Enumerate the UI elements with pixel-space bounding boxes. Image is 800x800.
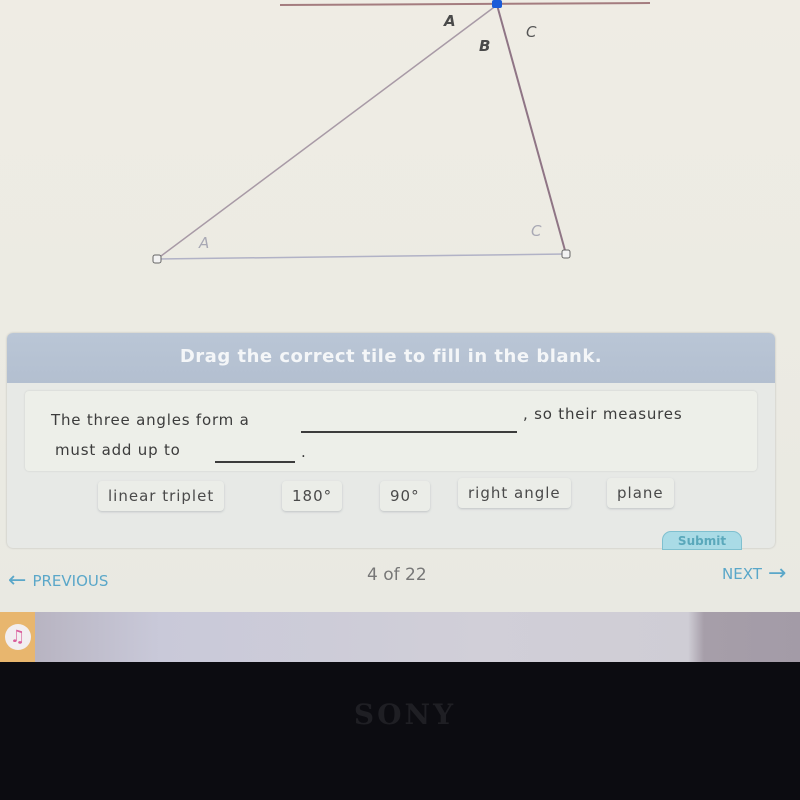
vertex-top-handle[interactable] — [492, 0, 502, 8]
sentence-part2: , so their measures — [523, 405, 683, 423]
music-note-icon: ♫ — [4, 624, 31, 650]
triangle-diagram: A B C A C — [0, 0, 800, 300]
angle-label-top-b: B — [479, 37, 491, 55]
tile-right-angle[interactable]: right angle — [458, 478, 571, 508]
monitor-bezel: SONY — [0, 662, 800, 800]
next-label: NEXT — [722, 565, 762, 583]
angle-label-top-c: C — [526, 23, 537, 41]
tile-plane[interactable]: plane — [607, 478, 674, 508]
instruction-header: Drag the correct tile to fill in the bla… — [7, 333, 775, 383]
diagram-svg — [152, 0, 651, 264]
submit-button[interactable]: Submit — [662, 531, 742, 550]
music-app-button[interactable]: ♫ — [0, 612, 35, 662]
tile-180-degrees[interactable]: 180° — [282, 481, 343, 511]
previous-button[interactable]: ← PREVIOUS — [8, 568, 109, 593]
vertex-right-handle[interactable] — [561, 249, 571, 259]
side-left — [156, 4, 498, 260]
vertex-left-handle[interactable] — [152, 254, 162, 264]
tile-90-degrees[interactable]: 90° — [380, 481, 430, 511]
sentence-end: . — [301, 443, 307, 461]
angle-label-top-a: A — [444, 12, 456, 30]
drop-blank-2[interactable] — [215, 461, 295, 463]
drop-blank-1[interactable] — [301, 431, 517, 433]
page-indicator: 4 of 22 — [367, 565, 427, 585]
monitor-brand-logo: SONY — [353, 698, 457, 731]
arrow-left-icon: ← — [8, 568, 27, 593]
taskbar: ♫ — [0, 612, 800, 662]
side-right — [496, 4, 567, 255]
screen: A B C A C Drag the correct tile to fill … — [0, 0, 800, 612]
sentence-part3: must add up to — [55, 441, 181, 459]
question-box: The three angles form a , so their measu… — [25, 391, 757, 471]
activity-panel: Drag the correct tile to fill in the bla… — [7, 333, 775, 550]
arrow-right-icon: → — [767, 561, 787, 586]
next-button[interactable]: NEXT → — [722, 561, 787, 586]
previous-label: PREVIOUS — [32, 572, 109, 590]
parallel-line — [279, 2, 651, 6]
sentence-part1: The three angles form a — [51, 411, 250, 429]
tile-linear-triplet[interactable]: linear triplet — [98, 481, 225, 511]
angle-label-bottom-c: C — [531, 222, 542, 240]
side-base — [156, 253, 567, 260]
angle-label-bottom-a: A — [199, 234, 210, 252]
